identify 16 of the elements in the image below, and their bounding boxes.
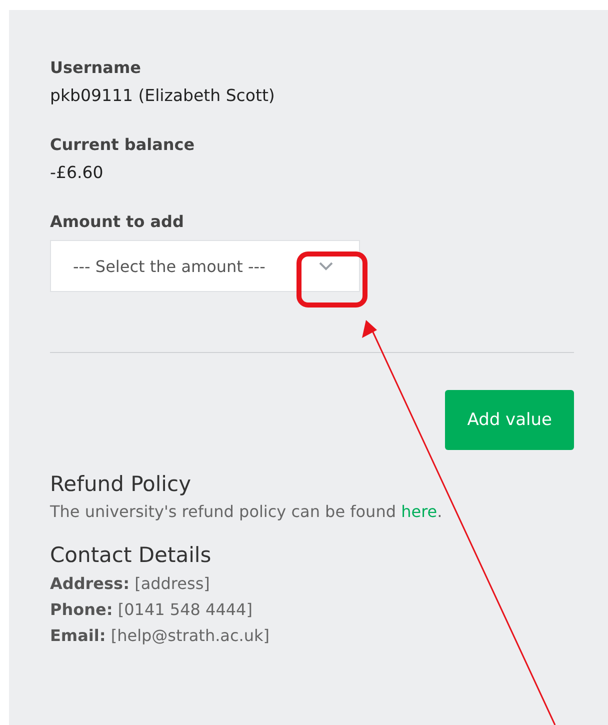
contact-line: Phone: [0141 548 4444] bbox=[50, 600, 254, 619]
amount-dropdown[interactable]: --- Select the amount --- bbox=[50, 240, 360, 292]
section-heading: Refund Policy bbox=[50, 472, 192, 496]
highlight-box bbox=[296, 252, 368, 308]
contact-line: Address: [address] bbox=[50, 574, 211, 593]
field-label: Amount to add bbox=[50, 212, 185, 231]
chevron-down-icon bbox=[319, 262, 333, 270]
add-value-button[interactable]: Add value bbox=[445, 390, 574, 450]
refund-text: The university's refund policy can be found here. bbox=[50, 502, 444, 521]
field-value: -£6.60 bbox=[50, 163, 104, 182]
contact-line: Email: [help@strath.ac.uk] bbox=[50, 626, 271, 645]
section-heading: Contact Details bbox=[50, 543, 212, 567]
field-value: pkb09111 (Elizabeth Scott) bbox=[50, 86, 276, 105]
refund-link[interactable]: here bbox=[401, 502, 438, 521]
field-label: Current balance bbox=[50, 135, 196, 154]
field-label: Username bbox=[50, 58, 142, 77]
